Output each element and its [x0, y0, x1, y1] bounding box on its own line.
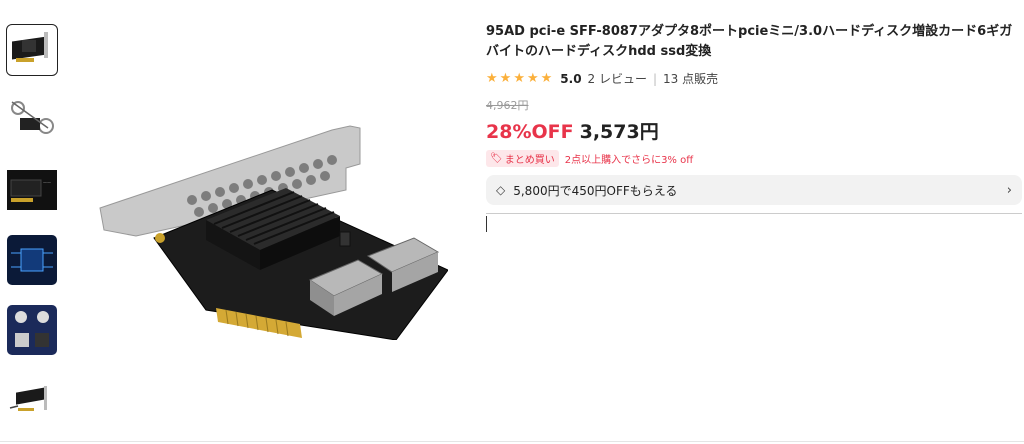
discount-label: 28%OFF	[486, 121, 574, 143]
bulk-badge-label: まとめ買い	[504, 155, 555, 166]
star-icon: ★	[499, 71, 512, 86]
thumbnail-6[interactable]	[6, 374, 58, 426]
thumbnail-4[interactable]	[6, 234, 58, 286]
rating-score: 5.0	[560, 71, 582, 86]
review-count-link[interactable]: 2 レビュー	[588, 70, 647, 87]
price-row: 28%OFF 3,573円	[486, 117, 1022, 144]
original-price: 4,962円	[486, 99, 529, 112]
coupon-button[interactable]: ◇ 5,800円で450円OFFもらえる ›	[486, 175, 1022, 205]
tag-icon: 🏷	[490, 153, 503, 164]
thumbnail-3[interactable]: ——	[6, 164, 58, 216]
star-icon: ★	[513, 71, 525, 86]
rating-row: ★ ★ ★ ★ ★ 5.0 2 レビュー | 13 点販売	[486, 70, 1022, 87]
divider: |	[653, 71, 658, 86]
coupon-tag-icon: ◇	[496, 183, 506, 197]
rating-stars[interactable]: ★ ★ ★ ★ ★	[486, 72, 552, 85]
bulk-purchase-row: 🏷 まとめ買い 2点以上購入でさらに3% off	[486, 150, 1022, 167]
star-icon: ★	[526, 71, 539, 86]
svg-text:——: ——	[43, 180, 51, 185]
bulk-badge: 🏷 まとめ買い	[486, 150, 559, 167]
current-price: 3,573円	[579, 121, 659, 143]
sold-count: 13 点販売	[663, 72, 719, 86]
star-icon: ★	[486, 71, 498, 86]
bottom-border	[0, 441, 1024, 442]
star-icon: ★	[540, 71, 553, 86]
product-title: 95AD pci-e SFF-8087アダプタ8ポートpcieミニ/3.0ハード…	[486, 24, 1013, 59]
coupon-text: 5,800円で450円OFFもらえる	[513, 183, 678, 198]
bulk-text: 2点以上購入でさらに3% off	[564, 155, 694, 166]
thumbnail-5[interactable]	[6, 304, 58, 356]
thumbnail-2[interactable]	[6, 94, 58, 146]
product-info: 95AD pci-e SFF-8087アダプタ8ポートpcieミニ/3.0ハード…	[486, 22, 1022, 205]
main-product-image[interactable]	[96, 120, 449, 341]
text-cursor	[486, 216, 487, 232]
chevron-right-icon: ›	[1006, 182, 1012, 198]
thumbnail-1[interactable]	[6, 24, 58, 76]
section-divider	[486, 213, 1022, 214]
thumbnail-list: ——	[6, 24, 62, 444]
